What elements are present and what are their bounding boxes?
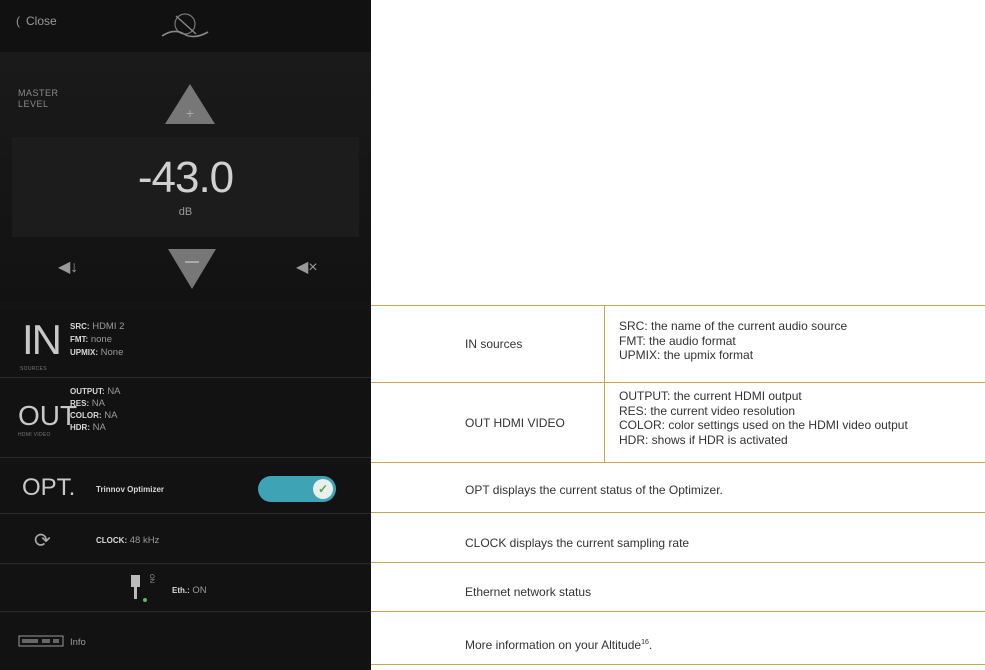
table-row-text: Ethernet network status (465, 585, 592, 599)
table-divider (604, 305, 605, 462)
table-row-text: More information on your Altitude16. (465, 638, 653, 652)
volume-value: -43.0 (137, 153, 234, 202)
ethernet-plug-text: ON (148, 574, 154, 583)
master-level-section: MASTER LEVEL + -43.0 dB ◀↓ ◀× (0, 52, 371, 302)
table-row-name: IN sources (465, 337, 523, 351)
brand-logo (161, 13, 209, 38)
table-rule (371, 462, 985, 463)
close-button[interactable]: (Close (16, 14, 57, 28)
ethernet-plug-icon (131, 575, 147, 602)
table-row-name: OUT HDMI VIDEO (465, 416, 565, 430)
info-label: Info (70, 637, 86, 648)
optimizer-toggle[interactable]: ✓ (258, 476, 336, 502)
ethernet-value: Eth.: ON (172, 585, 207, 596)
in-sub-label: SOURCES (20, 366, 47, 372)
table-row-text: OPT displays the current status of the O… (465, 483, 723, 497)
table-row-details: OUTPUT: the current HDMI output RES: the… (619, 389, 908, 447)
info-row[interactable]: Info (0, 614, 371, 670)
table-row-text: CLOCK displays the current sampling rate (465, 536, 690, 550)
out-sub-label: HDMI VIDEO (18, 432, 51, 438)
device-icon (18, 635, 64, 647)
out-big-label: OUT (18, 400, 78, 431)
out-values: OUTPUT: NA RES: NA COLOR: NA HDR: NA (70, 386, 121, 433)
opt-label: Trinnov Optimizer (96, 485, 165, 494)
check-icon: ✓ (313, 479, 333, 499)
table-rule (371, 664, 985, 665)
minus-icon (185, 261, 199, 263)
out-row[interactable]: OUT HDMI VIDEO OUTPUT: NA RES: NA COLOR:… (0, 380, 371, 458)
in-values: SRC: HDMI 2 FMT: none UPMIX: None (70, 321, 125, 358)
volume-unit: dB (178, 206, 193, 218)
plus-icon: + (186, 105, 194, 121)
volume-decrease-icon[interactable]: ◀↓ (58, 257, 78, 277)
ethernet-row: ON Eth.: ON (0, 566, 371, 612)
top-bar: (Close (0, 0, 371, 52)
master-level-label: MASTER LEVEL (18, 88, 59, 109)
mute-icon[interactable]: ◀× (296, 257, 318, 277)
volume-down-button[interactable] (166, 247, 218, 291)
clock-row: ⟳ CLOCK: 48 kHz (0, 516, 371, 564)
clock-value: CLOCK: 48 kHz (96, 535, 160, 546)
volume-display: -43.0 dB (12, 137, 359, 237)
sync-icon: ⟳ (34, 530, 51, 552)
app-panel: (Close MASTER LEVEL + -43.0 dB ◀↓ ◀× IN … (0, 0, 371, 670)
table-row-details: SRC: the name of the current audio sourc… (619, 319, 848, 362)
opt-big-label: OPT. (22, 474, 76, 501)
chevron-left-icon: ( (16, 14, 20, 28)
opt-row: OPT. Trinnov Optimizer ✓ (0, 464, 371, 514)
table-rule (371, 512, 985, 513)
in-row[interactable]: IN SOURCES SRC: HDMI 2 FMT: none UPMIX: … (0, 310, 371, 378)
in-big-label: IN (22, 316, 62, 363)
table-rule (371, 382, 985, 383)
volume-up-button[interactable]: + (163, 82, 217, 126)
table-rule (371, 305, 985, 306)
table-rule (371, 611, 985, 612)
table-rule (371, 562, 985, 563)
